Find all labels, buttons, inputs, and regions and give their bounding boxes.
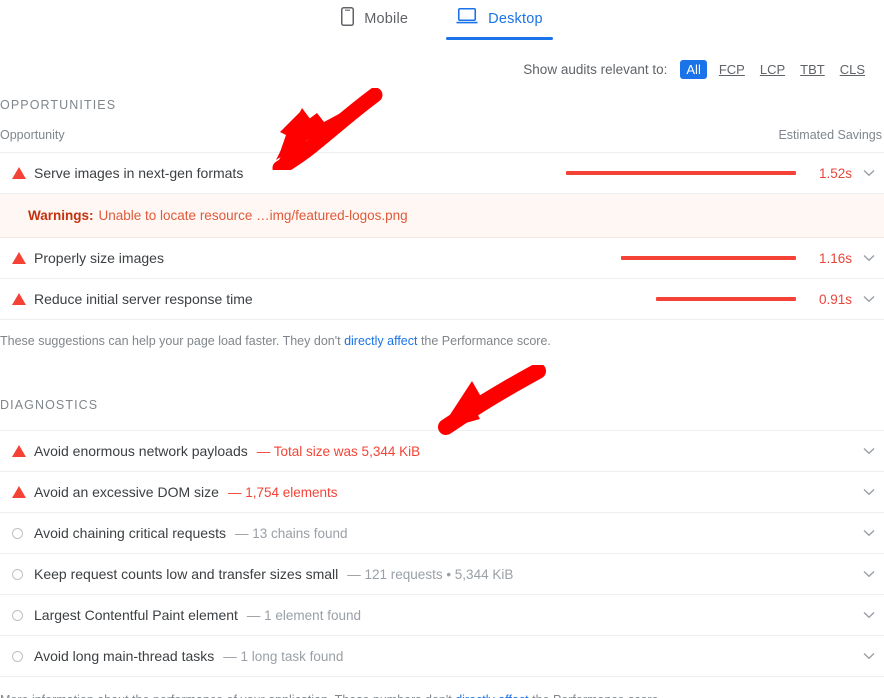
audit-filter-bar: Show audits relevant to: All FCP LCP TBT… [0,54,884,84]
circle-icon [0,527,34,539]
filter-chip-cls[interactable]: CLS [837,61,868,78]
diagnostics-footnote-before: More information about the performance o… [0,693,455,698]
warning-triangle-icon [0,445,34,457]
savings-bar [564,256,796,260]
diagnostic-row-avoid-excessive-dom-size[interactable]: Avoid an excessive DOM size — 1,754 elem… [0,472,884,513]
opportunities-footnote: These suggestions can help your page loa… [0,320,884,348]
tab-mobile-label: Mobile [364,11,409,27]
column-header-opportunity: Opportunity [0,128,65,142]
diagnostic-title: Largest Contentful Paint element [34,607,238,623]
opportunity-row-serve-images-next-gen[interactable]: Serve images in next-gen formats 1.52s [0,153,884,194]
warning-triangle-icon [0,252,34,264]
directly-affect-link[interactable]: directly affect [344,334,417,348]
diagnostic-value: — 1 long task found [223,648,344,664]
diagnostic-value: — 13 chains found [234,525,348,541]
opportunity-row-reduce-server-response-time[interactable]: Reduce initial server response time 0.91… [0,279,884,320]
diagnostic-row-avoid-long-main-thread-tasks[interactable]: Avoid long main-thread tasks — 1 long ta… [0,636,884,677]
opportunity-title: Reduce initial server response time [34,291,253,307]
chevron-down-icon[interactable] [854,254,884,262]
diagnostic-title: Avoid an excessive DOM size [34,484,219,500]
circle-icon [0,609,34,621]
filter-chip-fcp[interactable]: FCP [716,61,748,78]
diagnostic-value: — 1 element found [246,607,361,623]
opportunities-column-headers: Opportunity Estimated Savings [0,128,884,142]
tab-desktop-label: Desktop [488,10,543,27]
opportunity-warning-banner: Warnings: Unable to locate resource …img… [0,194,884,238]
directly-affect-link[interactable]: directly affect [455,693,528,698]
lighthouse-report-panel: Mobile Desktop Show audits relevant to: … [0,0,884,698]
opportunities-list: Serve images in next-gen formats 1.52s W… [0,152,884,320]
warning-text: Unable to locate resource …img/featured-… [98,208,408,223]
warning-label: Warnings: [28,208,94,223]
savings-bar [564,297,796,301]
chevron-down-icon[interactable] [854,488,884,496]
filter-label: Show audits relevant to: [523,61,668,77]
opportunities-footnote-after: the Performance score. [417,334,551,348]
savings-value: 0.91s [818,291,852,307]
diagnostic-row-avoid-chaining-critical-requests[interactable]: Avoid chaining critical requests — 13 ch… [0,513,884,554]
warning-triangle-icon [0,293,34,305]
opportunities-footnote-before: These suggestions can help your page loa… [0,334,345,348]
savings-value: 1.16s [818,250,852,266]
savings-bar [564,171,796,175]
opportunities-section-title: OPPORTUNITIES [0,98,117,112]
diagnostic-title: Avoid long main-thread tasks [34,648,215,664]
opportunity-title: Serve images in next-gen formats [34,165,244,181]
filter-chip-tbt[interactable]: TBT [797,61,828,78]
opportunity-row-properly-size-images[interactable]: Properly size images 1.16s [0,238,884,279]
circle-icon [0,568,34,580]
diagnostic-title: Avoid chaining critical requests [34,525,226,541]
diagnostic-row-avoid-enormous-network-payloads[interactable]: Avoid enormous network payloads — Total … [0,431,884,472]
warning-triangle-icon [0,167,34,179]
diagnostics-footnote: More information about the performance o… [0,677,884,698]
tab-active-indicator [446,37,553,40]
diagnostic-row-largest-contentful-paint-element[interactable]: Largest Contentful Paint element — 1 ele… [0,595,884,636]
filter-chip-all[interactable]: All [680,59,707,79]
chevron-down-icon[interactable] [854,295,884,303]
chevron-down-icon[interactable] [854,652,884,660]
savings-value: 1.52s [818,165,852,181]
diagnostics-section-title: DIAGNOSTICS [0,398,99,412]
tab-desktop[interactable]: Desktop [446,4,553,40]
phone-icon [341,7,355,31]
circle-icon [0,650,34,662]
tab-mobile[interactable]: Mobile [339,4,410,31]
chevron-down-icon[interactable] [854,570,884,578]
column-header-estimated-savings: Estimated Savings [778,128,882,142]
chevron-down-icon[interactable] [854,529,884,537]
diagnostics-list: Avoid enormous network payloads — Total … [0,430,884,677]
filter-chip-lcp[interactable]: LCP [757,61,788,78]
diagnostic-value: — Total size was 5,344 KiB [256,443,421,459]
diagnostic-row-keep-request-counts-low[interactable]: Keep request counts low and transfer siz… [0,554,884,595]
chevron-down-icon[interactable] [854,447,884,455]
chevron-down-icon[interactable] [854,169,884,177]
warning-triangle-icon [0,486,34,498]
diagnostic-value: — 1,754 elements [227,484,338,500]
diagnostic-value: — 121 requests • 5,344 KiB [347,566,514,582]
diagnostics-footnote-after: the Performance score. [529,693,662,698]
monitor-icon [456,7,478,30]
opportunity-title: Properly size images [34,250,164,266]
diagnostic-title: Keep request counts low and transfer siz… [34,566,339,582]
chevron-down-icon[interactable] [854,611,884,619]
device-tabs: Mobile Desktop [0,0,884,44]
diagnostic-title: Avoid enormous network payloads [34,443,248,459]
